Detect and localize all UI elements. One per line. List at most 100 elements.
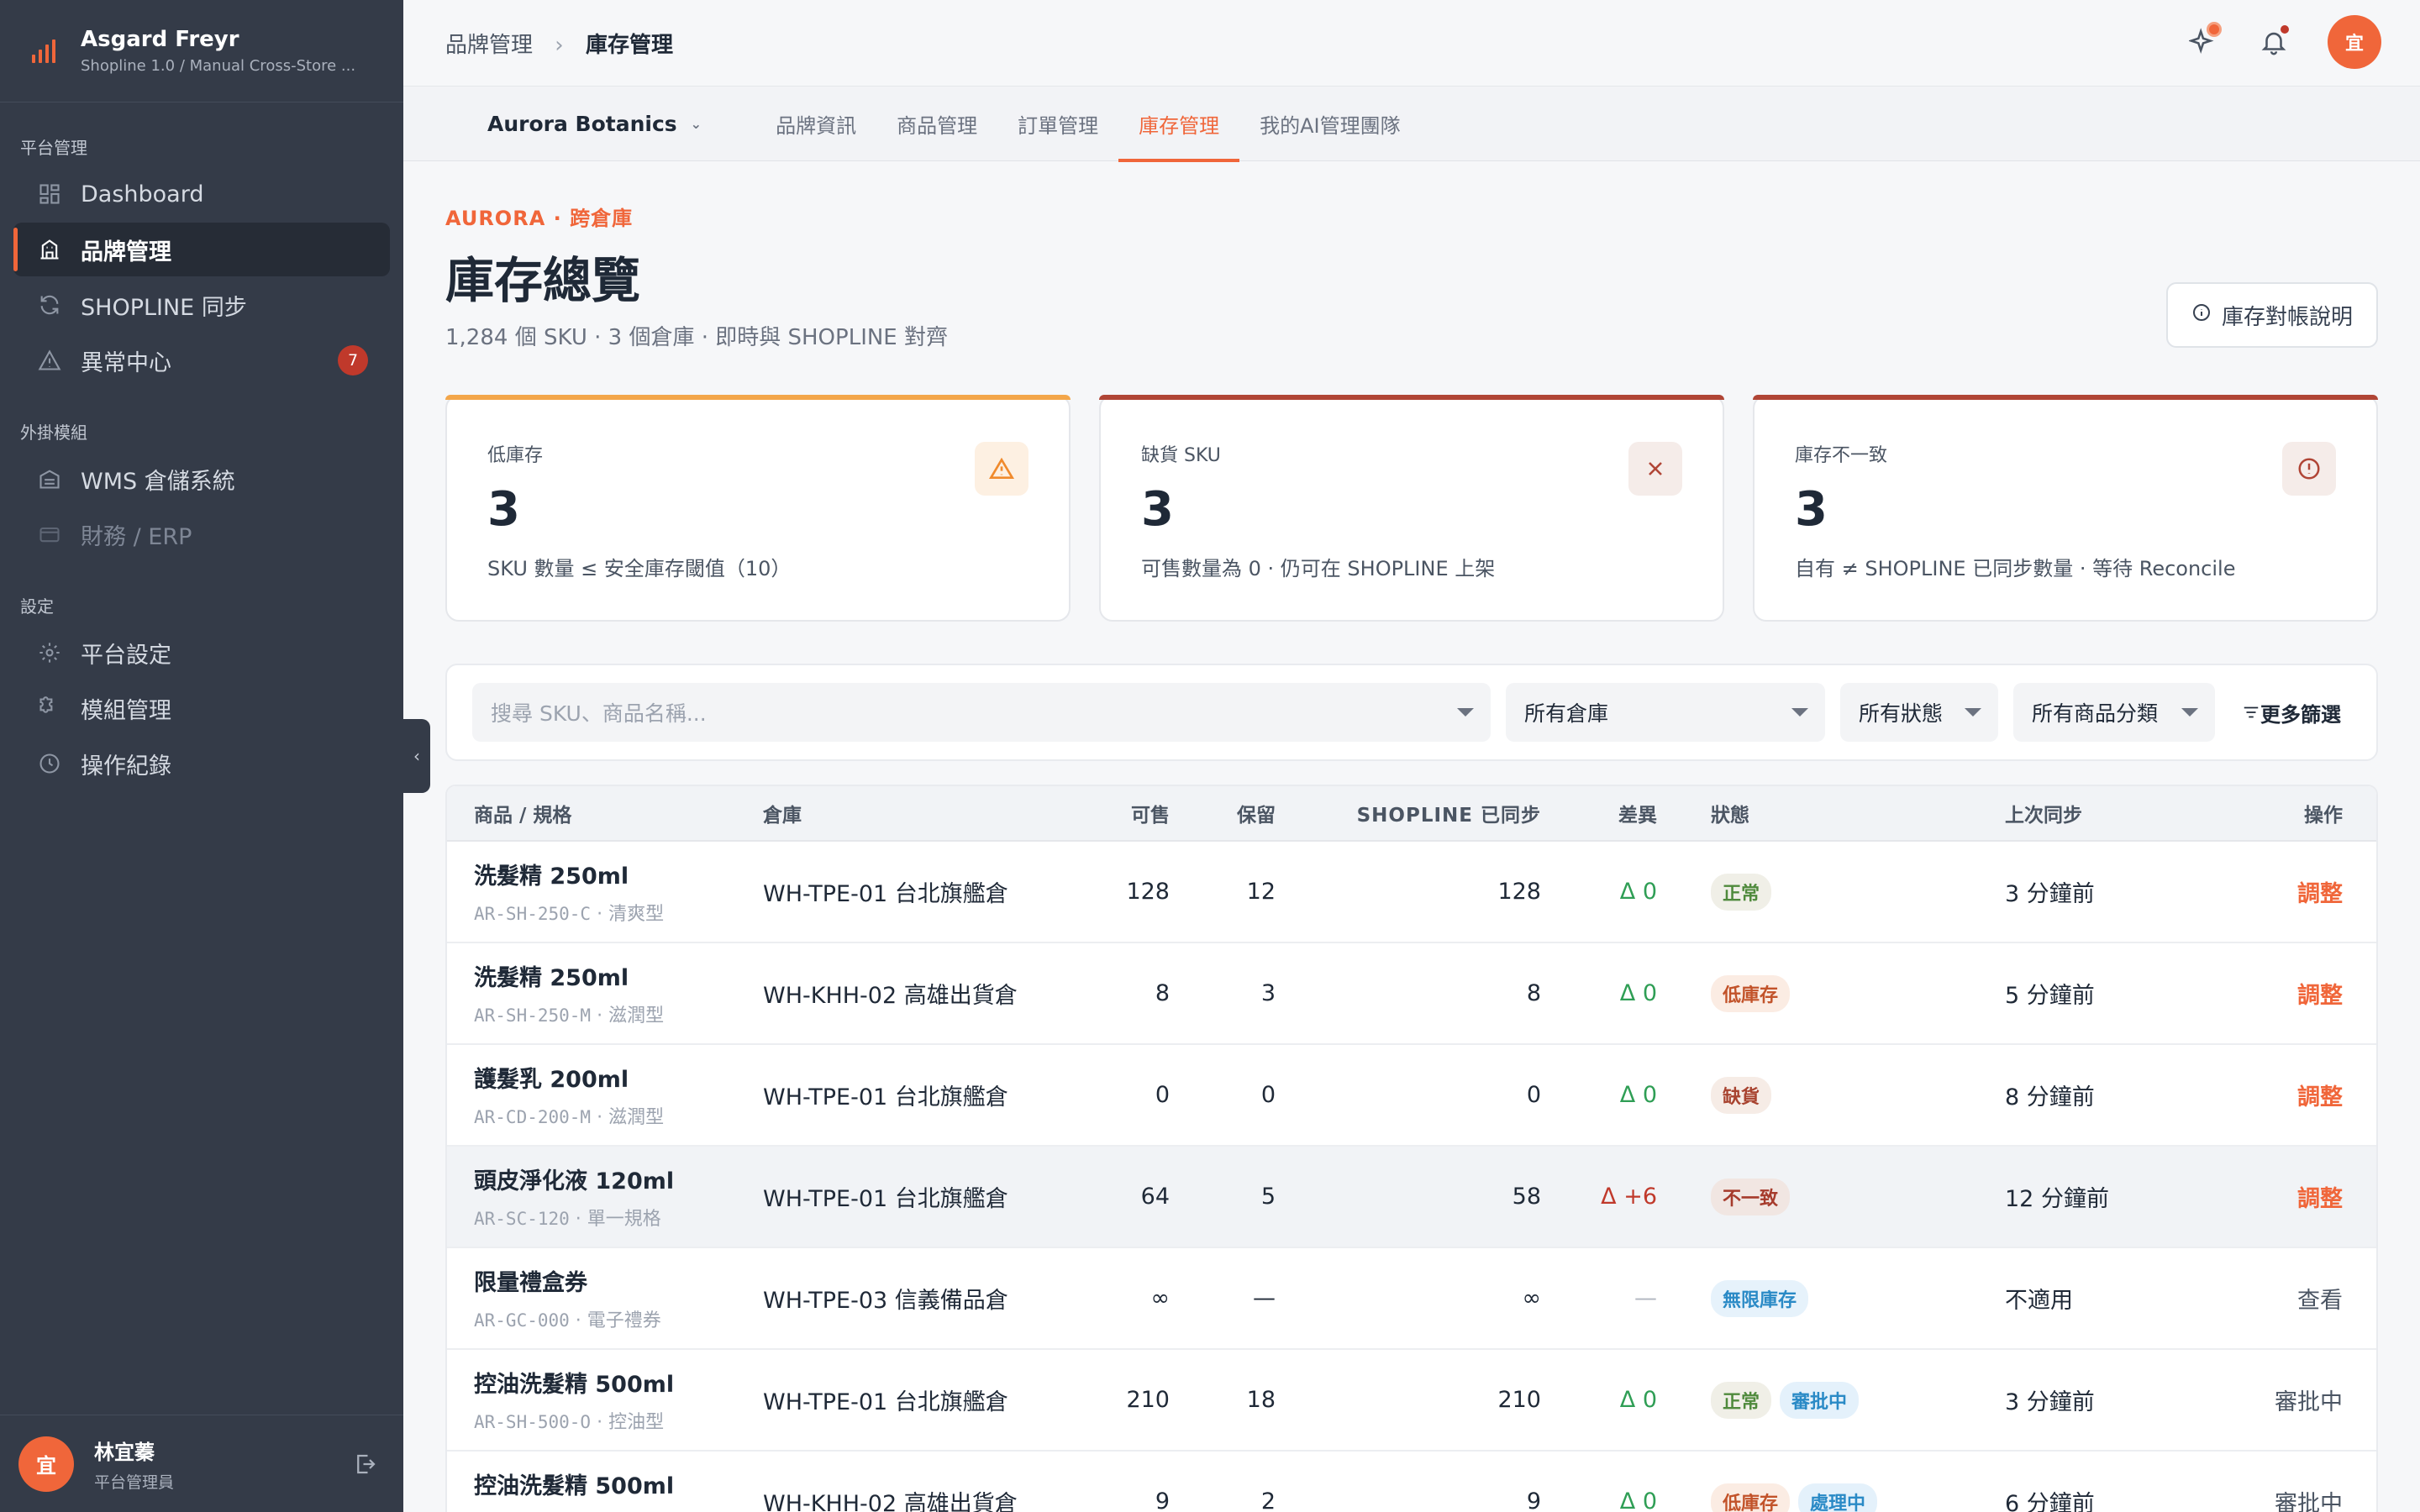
diff-cell: Δ 0 bbox=[1619, 1488, 1657, 1512]
product-cell: 限量禮盒券 AR-GC-000 · 電子禮券 bbox=[447, 1264, 763, 1332]
product-meta: AR-SC-120 · 單一規格 bbox=[474, 1204, 763, 1231]
workspace-header[interactable]: Asgard Freyr Shopline 1.0 / Manual Cross… bbox=[0, 0, 403, 102]
col-header-status[interactable]: 狀態 bbox=[1657, 799, 2005, 827]
row-action-button[interactable]: 審批中 bbox=[2240, 1383, 2370, 1416]
status-filter[interactable]: 所有狀態 bbox=[1840, 683, 1998, 742]
product-cell: 洗髮精 250ml AR-SH-250-C · 清爽型 bbox=[447, 858, 763, 926]
product-sku: AR-CD-200-M bbox=[474, 1107, 592, 1127]
table-row[interactable]: 頭皮淨化液 120ml AR-SC-120 · 單一規格 WH-TPE-01 台北旗… bbox=[447, 1147, 2376, 1248]
row-action-button[interactable]: 調整 bbox=[2240, 875, 2370, 908]
col-header-available[interactable]: 可售 bbox=[1082, 799, 1170, 827]
caret-down-icon bbox=[2181, 708, 2198, 717]
dashboard-icon bbox=[37, 181, 62, 207]
logout-icon[interactable] bbox=[353, 1452, 378, 1477]
product-name[interactable]: 限量禮盒券 bbox=[474, 1264, 763, 1297]
product-name[interactable]: 控油洗髮精 500ml bbox=[474, 1366, 763, 1399]
row-action-button[interactable]: 審批中 bbox=[2240, 1485, 2370, 1512]
inventory-mismatch-card[interactable]: 庫存不一致 3 自有 ≠ SHOPLINE 已同步數量 · 等待 Reconci… bbox=[1753, 395, 2378, 622]
status-filter-value: 所有狀態 bbox=[1859, 701, 1944, 726]
diff-cell: Δ +6 bbox=[1601, 1184, 1657, 1210]
product-sku: AR-SH-250-C bbox=[474, 904, 592, 924]
meta-separator: · bbox=[569, 1310, 587, 1331]
product-meta: AR-SH-250-M · 滋潤型 bbox=[474, 1000, 763, 1027]
breadcrumb-item-brand[interactable]: 品牌管理 bbox=[445, 33, 533, 58]
topbar: 品牌管理 › 庫存管理 宜 bbox=[403, 0, 2420, 86]
avatar[interactable]: 宜 bbox=[18, 1436, 74, 1492]
sidebar-collapse-button[interactable]: ‹ bbox=[403, 719, 430, 793]
row-action-button[interactable]: 調整 bbox=[2240, 1079, 2370, 1111]
reconcile-help-button[interactable]: 庫存對帳說明 bbox=[2165, 282, 2378, 348]
more-filters-button[interactable]: 更多篩選 bbox=[2242, 698, 2341, 727]
status-cell: 無限庫存 bbox=[1657, 1279, 2005, 1317]
sidebar-item-brand[interactable]: 品牌管理 bbox=[13, 223, 390, 276]
product-name[interactable]: 洗髮精 250ml bbox=[474, 858, 763, 890]
table-row[interactable]: 洗髮精 250ml AR-SH-250-M · 滋潤型 WH-KHH-02 高雄出貨… bbox=[447, 943, 2376, 1045]
status-cell: 正常 審批中 bbox=[1657, 1381, 2005, 1419]
meta-separator: · bbox=[591, 1005, 609, 1026]
sidebar-item-activity-log[interactable]: 操作紀錄 bbox=[13, 737, 390, 790]
sidebar-item-dashboard[interactable]: Dashboard bbox=[13, 167, 390, 221]
product-name[interactable]: 洗髮精 250ml bbox=[474, 959, 763, 992]
search-input[interactable]: 搜尋 SKU、商品名稱... bbox=[472, 683, 1491, 742]
table-row[interactable]: 護髮乳 200ml AR-CD-200-M · 滋潤型 WH-TPE-01 台北旗艦… bbox=[447, 1045, 2376, 1147]
meta-separator: · bbox=[591, 1107, 609, 1128]
status-badge: 審批中 bbox=[1780, 1381, 1860, 1419]
col-header-product[interactable]: 商品 / 規格 bbox=[447, 799, 763, 827]
synced-cell: ∞ bbox=[1522, 1285, 1542, 1311]
sidebar-item-label: 平台設定 bbox=[81, 642, 171, 669]
sidebar-item-exceptions[interactable]: 異常中心 7 bbox=[13, 333, 390, 387]
warehouse-filter[interactable]: 所有倉庫 bbox=[1506, 683, 1825, 742]
warehouse-cell: WH-KHH-02 高雄出貨倉 bbox=[763, 1491, 1018, 1512]
low-stock-card[interactable]: 低庫存 3 SKU 數量 ≤ 安全庫存閾值（10） bbox=[445, 395, 1071, 622]
logo-icon bbox=[32, 39, 55, 63]
row-action-button[interactable]: 調整 bbox=[2240, 1180, 2370, 1213]
table-row[interactable]: 洗髮精 250ml AR-SH-250-C · 清爽型 WH-TPE-01 台北旗艦… bbox=[447, 842, 2376, 943]
reserved-cell: 18 bbox=[1246, 1387, 1276, 1413]
row-action-button[interactable]: 調整 bbox=[2240, 977, 2370, 1010]
table-row[interactable]: 限量禮盒券 AR-GC-000 · 電子禮券 WH-TPE-03 信義備品倉 ∞ — ∞ —… bbox=[447, 1248, 2376, 1350]
tab-ai-team[interactable]: 我的AI管理團隊 bbox=[1239, 86, 1421, 161]
product-meta: AR-GC-000 · 電子禮券 bbox=[474, 1305, 763, 1332]
row-action-button[interactable]: 查看 bbox=[2240, 1282, 2370, 1315]
product-name[interactable]: 護髮乳 200ml bbox=[474, 1061, 763, 1094]
table-row[interactable]: 控油洗髮精 500ml AR-SH-500-O · 控油型 WH-TPE-01 台北… bbox=[447, 1350, 2376, 1452]
col-header-reserved[interactable]: 保留 bbox=[1170, 799, 1276, 827]
product-name[interactable]: 頭皮淨化液 120ml bbox=[474, 1163, 763, 1195]
ai-sparkle-button[interactable] bbox=[2186, 22, 2222, 59]
product-name[interactable]: 控油洗髮精 500ml bbox=[474, 1467, 763, 1500]
col-header-last-sync[interactable]: 上次同步 bbox=[2005, 799, 2240, 827]
notifications-button[interactable] bbox=[2257, 25, 2291, 59]
avatar[interactable]: 宜 bbox=[2328, 15, 2381, 69]
tab-products[interactable]: 商品管理 bbox=[876, 86, 997, 161]
warehouse-icon bbox=[37, 466, 62, 491]
tab-orders[interactable]: 訂單管理 bbox=[997, 86, 1118, 161]
last-sync-cell: 3 分鐘前 bbox=[2005, 881, 2095, 907]
col-header-diff[interactable]: 差異 bbox=[1541, 799, 1657, 827]
sidebar-item-platform-settings[interactable]: 平台設定 bbox=[13, 626, 390, 680]
finance-icon bbox=[37, 522, 62, 547]
workspace-name: Asgard Freyr bbox=[81, 27, 239, 52]
workspace-subtitle: Shopline 1.0 / Manual Cross-Store ... bbox=[81, 57, 356, 75]
warning-triangle-icon bbox=[975, 442, 1028, 496]
table-row[interactable]: 控油洗髮精 500ml AR-SH-500-O · 控油型WH-KHH-02 高雄… bbox=[447, 1452, 2376, 1512]
category-filter[interactable]: 所有商品分類 bbox=[2013, 683, 2215, 742]
out-of-stock-card[interactable]: 缺貨 SKU 3 可售數量為 0 · 仍可在 SHOPLINE 上架 bbox=[1099, 395, 1724, 622]
info-icon bbox=[2191, 302, 2212, 328]
category-filter-value: 所有商品分類 bbox=[2032, 701, 2159, 726]
col-header-warehouse[interactable]: 倉庫 bbox=[763, 799, 1082, 827]
available-cell: 64 bbox=[1140, 1184, 1170, 1210]
sidebar-item-shopline-sync[interactable]: SHOPLINE 同步 bbox=[13, 278, 390, 332]
sidebar-item-wms[interactable]: WMS 倉儲系統 bbox=[13, 452, 390, 506]
tab-inventory[interactable]: 庫存管理 bbox=[1118, 86, 1240, 162]
breadcrumb: 品牌管理 › 庫存管理 bbox=[445, 28, 673, 59]
last-sync-cell: 5 分鐘前 bbox=[2005, 983, 2095, 1009]
tab-brand-info[interactable]: 品牌資訊 bbox=[755, 86, 876, 161]
brand-selector[interactable]: Aurora Botanics ⌄ bbox=[487, 112, 702, 136]
col-header-synced[interactable]: SHOPLINE 已同步 bbox=[1276, 799, 1541, 827]
sidebar-item-module-management[interactable]: 模組管理 bbox=[13, 681, 390, 735]
product-sku: AR-SH-250-M bbox=[474, 1005, 592, 1026]
building-icon bbox=[37, 237, 62, 262]
warehouse-cell: WH-TPE-01 台北旗艦倉 bbox=[763, 1186, 1008, 1212]
warehouse-filter-value: 所有倉庫 bbox=[1524, 701, 1609, 726]
product-cell: 洗髮精 250ml AR-SH-250-M · 滋潤型 bbox=[447, 959, 763, 1027]
